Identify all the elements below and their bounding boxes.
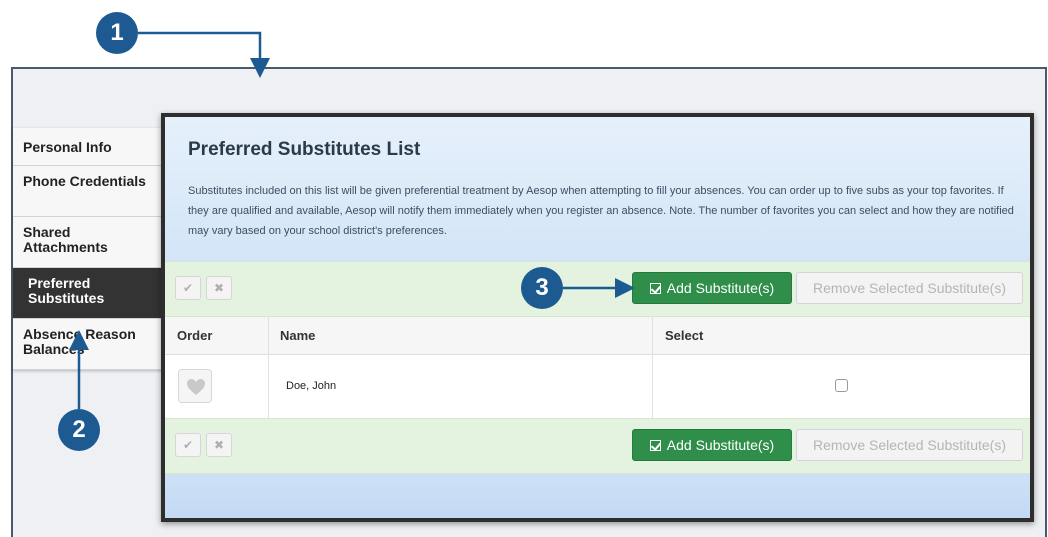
callout-marker-1: 1: [96, 12, 138, 54]
callout-arrows: [69, 31, 635, 409]
callout-marker-3: 3: [521, 267, 563, 309]
callout-arrow-1: [138, 31, 270, 78]
callout-marker-2: 2: [58, 409, 100, 451]
